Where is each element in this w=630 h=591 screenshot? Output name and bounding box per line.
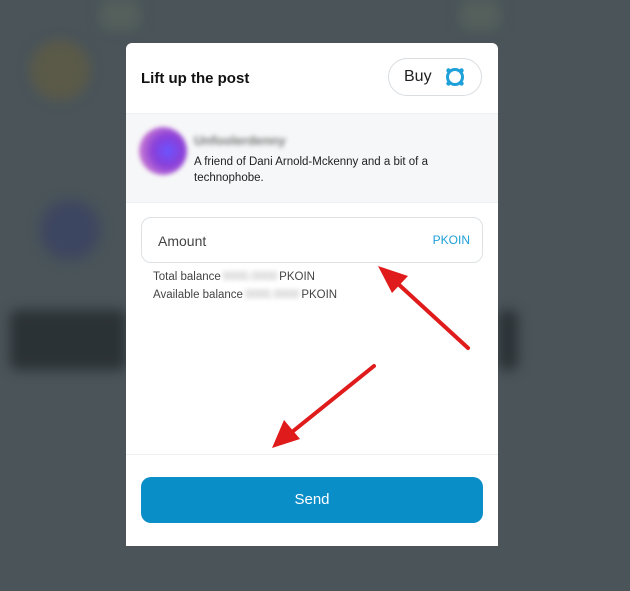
- avatar[interactable]: [139, 127, 187, 175]
- backdrop-blur-shape: [460, 0, 500, 30]
- backdrop-blur-shape: [30, 40, 90, 100]
- available-balance-unit: PKOIN: [301, 289, 338, 301]
- backdrop-blur-shape: [10, 310, 126, 370]
- buy-button[interactable]: Buy: [388, 58, 482, 96]
- available-balance-label: Available balance: [153, 289, 243, 301]
- total-balance-unit: PKOIN: [279, 271, 315, 283]
- available-balance-value: 0000.0000: [244, 289, 300, 301]
- author-bio: A friend of Dani Arnold-Mckenny and a bi…: [194, 156, 428, 184]
- available-balance: Available balance 0000.0000 PKOIN: [153, 289, 337, 301]
- total-balance-value: 0000.0000: [222, 271, 278, 283]
- backdrop-blur-shape: [40, 200, 100, 260]
- modal-header: Lift up the post Buy: [126, 43, 498, 113]
- amount-input[interactable]: [158, 230, 408, 252]
- buy-button-label: Buy: [404, 68, 432, 85]
- author-name[interactable]: Unfoolerdenny: [194, 133, 286, 148]
- backdrop-blur-shape: [498, 310, 518, 370]
- total-balance-label: Total balance: [153, 271, 221, 283]
- modal-title: Lift up the post: [141, 70, 250, 87]
- backdrop-blur-shape: [100, 0, 140, 30]
- currency-label: PKOIN: [432, 233, 470, 247]
- amount-field[interactable]: PKOIN: [141, 217, 483, 263]
- send-button[interactable]: Send: [141, 477, 483, 523]
- post-author: Unfoolerdenny A friend of Dani Arnold-Mc…: [126, 113, 498, 203]
- lift-up-modal: Lift up the post Buy Unfoolerdenny A fri…: [126, 43, 498, 546]
- pocketcoin-icon: [444, 66, 466, 88]
- footer-divider: [126, 454, 498, 455]
- total-balance: Total balance 0000.0000 PKOIN: [153, 271, 315, 283]
